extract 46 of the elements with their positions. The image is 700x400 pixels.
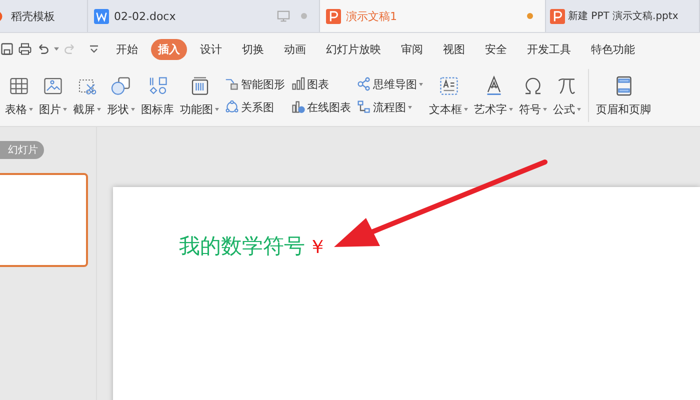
ribbon-button[interactable]: 图表 — [291, 76, 351, 92]
ribbon-tab[interactable]: 幻灯片放映 — [319, 38, 388, 60]
mindmap-icon — [357, 77, 371, 91]
undo-icon[interactable] — [36, 42, 50, 56]
ribbon-tab[interactable]: 动画 — [277, 38, 313, 60]
presentation-icon — [326, 8, 341, 24]
ribbon-tab[interactable]: 审阅 — [394, 38, 430, 60]
document-tab[interactable]: 新建 PPT 演示文稿.pptx — [546, 0, 700, 32]
ribbon-button[interactable]: 思维导图 — [357, 76, 423, 92]
ribbon-button[interactable]: 公式 — [550, 65, 584, 126]
print-icon[interactable] — [18, 42, 32, 56]
ribbon-tab[interactable]: 切换 — [235, 38, 271, 60]
ribbon-button[interactable]: 符号 — [516, 65, 550, 126]
customize-caret-icon[interactable] — [89, 44, 99, 54]
relation-icon — [225, 100, 239, 114]
ribbon-button[interactable]: 智能图形 — [225, 76, 285, 92]
ribbon-button[interactable]: 在线图表 — [291, 100, 351, 114]
chart-icon — [291, 77, 305, 91]
ribbon-button[interactable]: 页眉和页脚 — [593, 65, 654, 126]
ribbon-button[interactable]: 截屏 — [70, 65, 104, 126]
yen-symbol: ￥ — [308, 235, 327, 260]
ribbon-button[interactable]: 图标库 — [138, 65, 177, 126]
ribbon-button[interactable]: 文本框 — [426, 65, 471, 126]
ribbon-button[interactable]: 艺术字 — [471, 65, 516, 126]
ribbon-tab[interactable]: 设计 — [193, 38, 229, 60]
flow-icon — [357, 100, 371, 114]
document-tab[interactable]: 稻壳模板 — [0, 0, 88, 32]
ribbon-button[interactable]: 功能图 — [177, 65, 222, 126]
ribbon-button[interactable]: 图片 — [36, 65, 70, 126]
ribbon-button[interactable]: 流程图 — [357, 100, 423, 114]
presentation-icon — [550, 8, 565, 24]
ribbon-tab[interactable]: 开发工具 — [520, 38, 578, 60]
ribbon-button[interactable]: 关系图 — [225, 100, 285, 114]
ribbon-tab[interactable]: 特色功能 — [584, 38, 642, 60]
ribbon-button[interactable]: 表格 — [2, 65, 36, 126]
caret-icon[interactable] — [54, 47, 59, 51]
slide-text: 我的数学符号 — [179, 233, 305, 260]
ribbon-tab[interactable]: 安全 — [478, 38, 514, 60]
ribbon-button[interactable]: 形状 — [104, 65, 138, 126]
ribbon-tab[interactable]: 视图 — [436, 38, 472, 60]
slide-thumbnail[interactable] — [0, 173, 88, 267]
document-tab[interactable]: 02-02.docx — [88, 0, 320, 32]
ribbon-tab[interactable]: 开始 — [109, 38, 145, 60]
shapes-icon — [109, 74, 133, 98]
save-icon[interactable] — [0, 42, 14, 56]
document-icon — [94, 8, 109, 24]
